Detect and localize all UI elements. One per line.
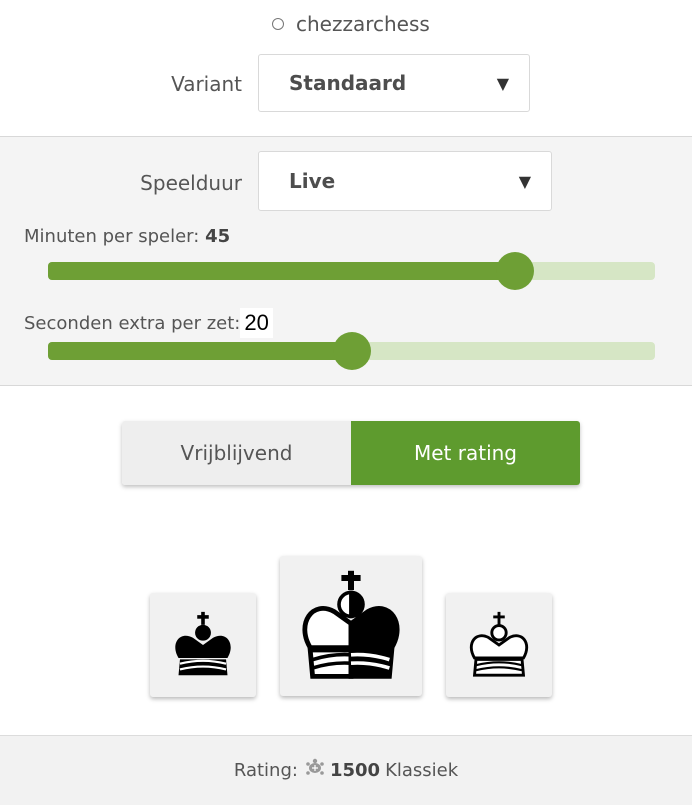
minutes-value: 45	[205, 226, 231, 247]
opponent-radio[interactable]	[272, 18, 284, 30]
rating-value: 1500	[329, 760, 381, 781]
minutes-label: Minuten per speler: 45	[24, 226, 231, 247]
chevron-down-icon: ▼	[518, 171, 531, 191]
time-control-select[interactable]: Live ▼	[258, 151, 552, 211]
increment-label: Seconden extra per zet: 20	[24, 308, 273, 338]
white-king-icon	[469, 611, 529, 677]
increment-slider-handle[interactable]	[332, 332, 371, 370]
casual-button[interactable]: Vrijblijvend	[122, 421, 351, 485]
black-king-icon	[175, 611, 231, 676]
chevron-down-icon: ▼	[496, 73, 509, 93]
increment-slider-fill	[48, 342, 352, 360]
minutes-slider-fill	[48, 262, 516, 280]
time-control-label: Speelduur	[140, 171, 242, 195]
rating-prefix: Rating:	[233, 760, 298, 781]
variant-select[interactable]: Standaard ▼	[258, 54, 530, 112]
opponent-row: chezzarchess	[0, 8, 692, 40]
rating-footer: Rating: 1500 Klassiek	[0, 735, 692, 805]
mode-toggle: Vrijblijvend Met rating	[122, 421, 580, 485]
play-white-button[interactable]	[446, 593, 552, 697]
minutes-slider[interactable]	[48, 252, 655, 290]
rating-category: Klassiek	[385, 760, 459, 781]
variant-label: Variant	[171, 72, 242, 96]
increment-value: 20	[240, 308, 273, 338]
variant-value: Standaard	[289, 71, 407, 95]
increment-slider[interactable]	[48, 332, 655, 370]
rated-button[interactable]: Met rating	[351, 421, 580, 485]
random-king-icon	[302, 570, 400, 679]
opponent-name: chezzarchess	[296, 12, 430, 36]
turtle-icon	[304, 758, 326, 783]
play-black-button[interactable]	[150, 593, 256, 697]
play-random-button[interactable]	[280, 556, 422, 696]
time-control-value: Live	[289, 169, 336, 193]
